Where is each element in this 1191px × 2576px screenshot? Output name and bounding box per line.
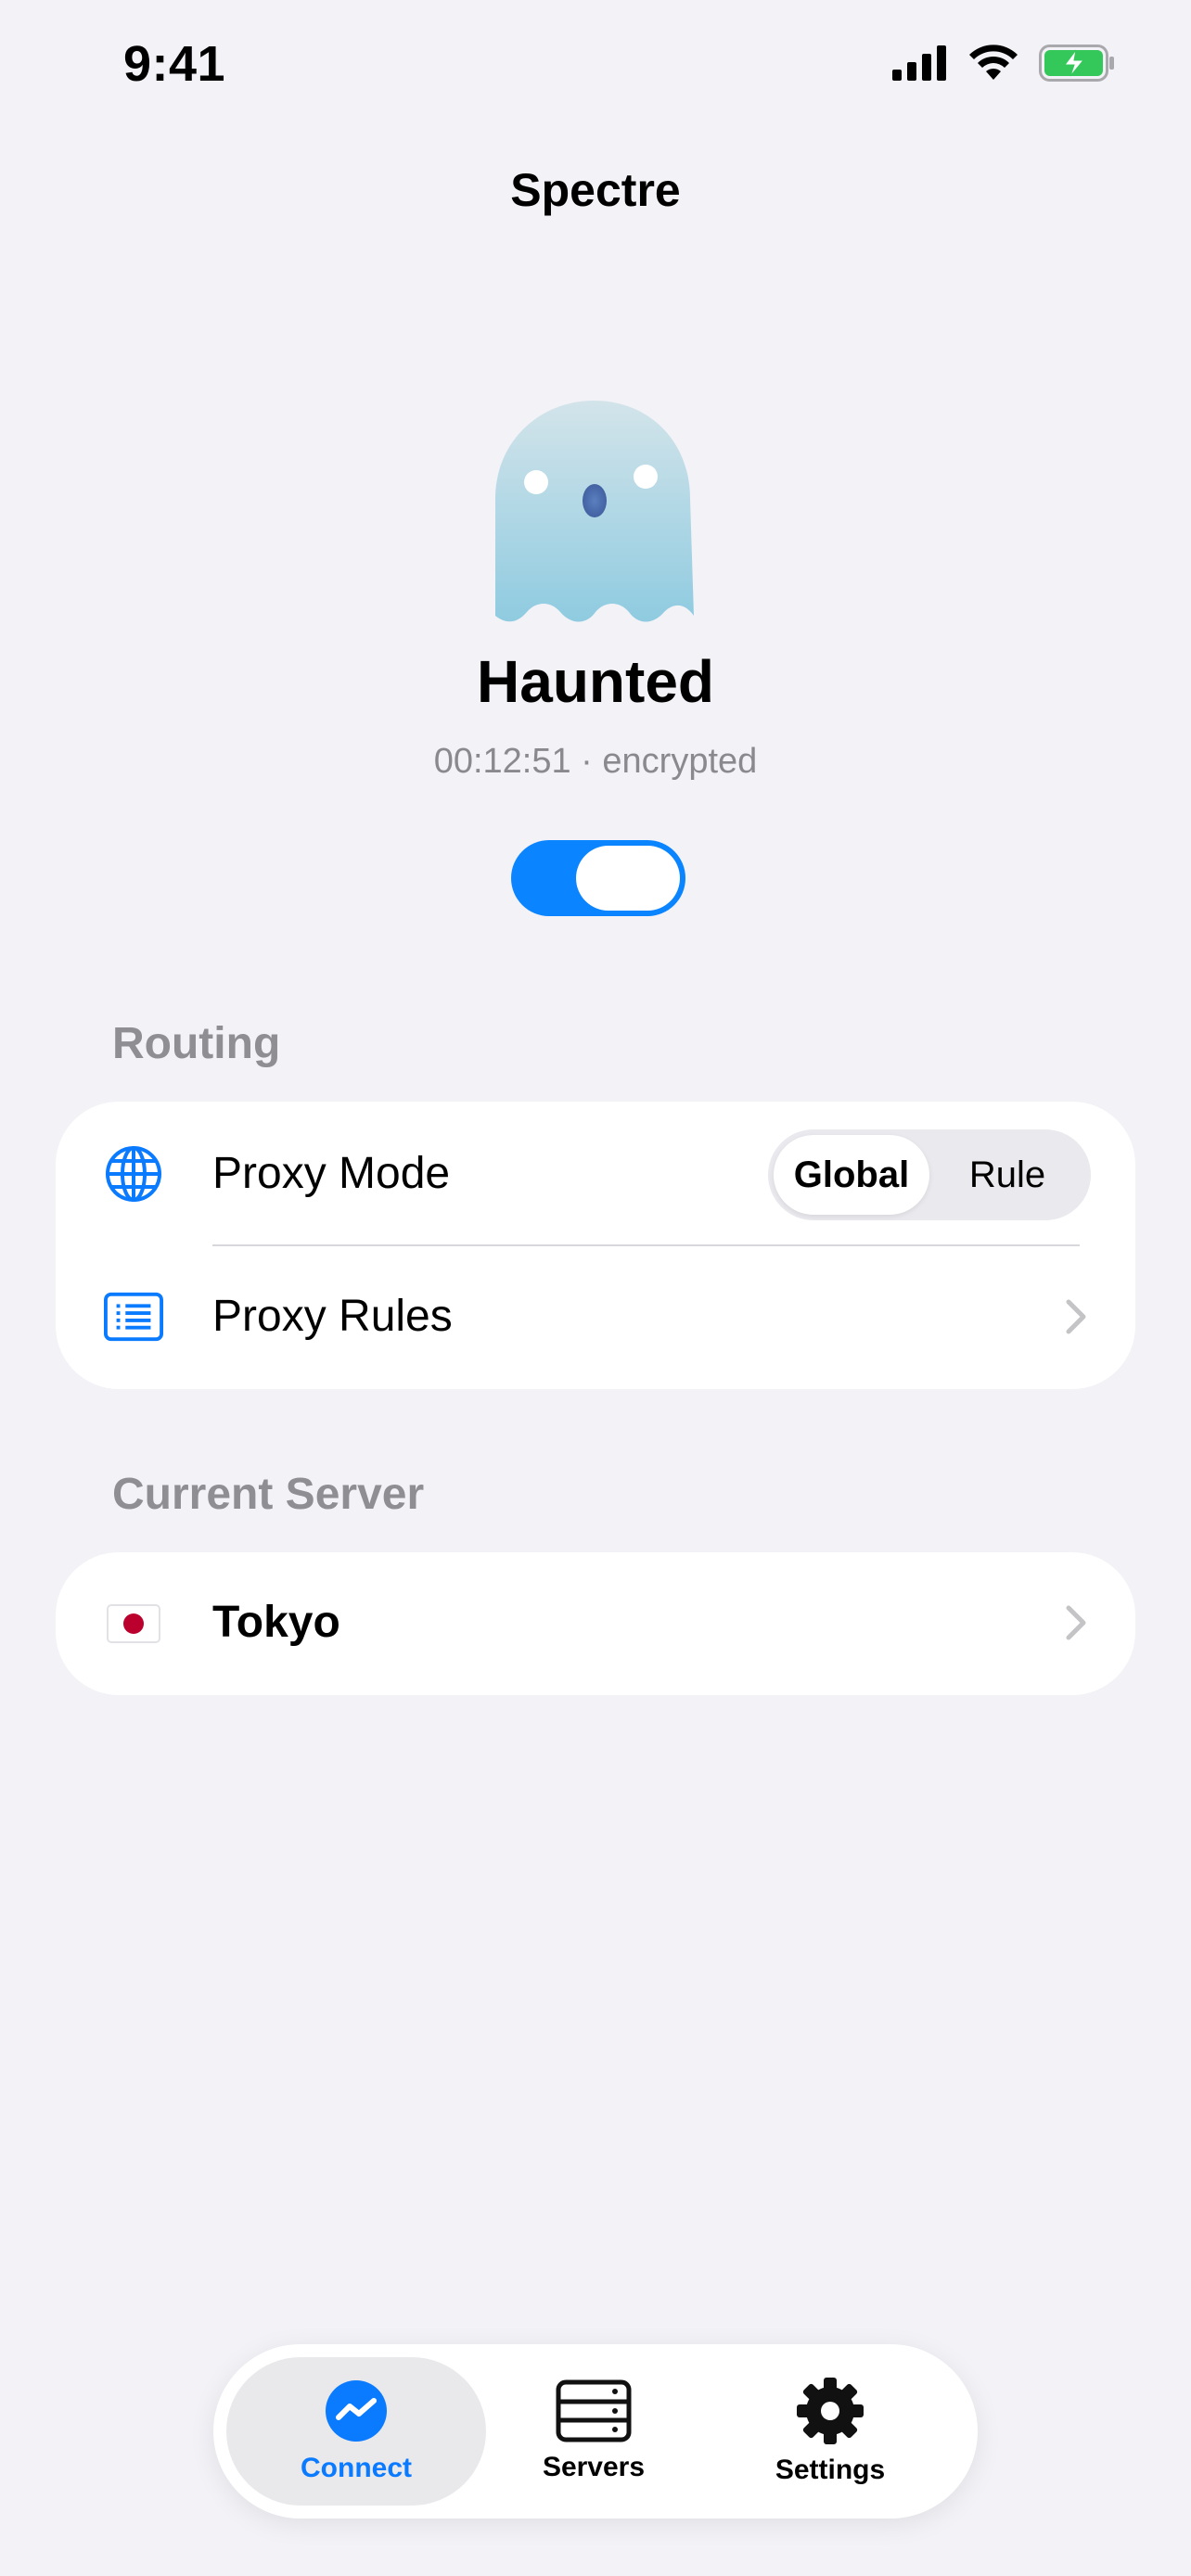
gear-icon: [797, 2378, 864, 2444]
ghost-mascot-icon: [495, 401, 694, 622]
list-icon: [104, 1287, 163, 1346]
japan-flag-icon: [104, 1594, 163, 1653]
proxy-mode-row: Proxy Mode Global Rule: [56, 1102, 1135, 1246]
current-server-section-header: Current Server: [112, 1470, 425, 1519]
cellular-signal-icon: [892, 45, 946, 81]
tab-servers[interactable]: Servers: [492, 2357, 696, 2506]
proxy-mode-segmented-control[interactable]: Global Rule: [768, 1129, 1091, 1220]
chevron-right-icon: [1066, 1299, 1086, 1334]
tab-connect[interactable]: Connect: [226, 2357, 486, 2506]
connection-toggle[interactable]: [511, 840, 685, 916]
connection-detail: 00:12:51 · encrypted: [433, 742, 758, 781]
status-time: 9:41: [123, 36, 226, 92]
proxy-rules-label: Proxy Rules: [212, 1292, 453, 1341]
routing-section-header: Routing: [112, 1019, 281, 1068]
tab-settings[interactable]: Settings: [705, 2357, 955, 2506]
wifi-icon: [969, 45, 1018, 80]
current-server-row[interactable]: Tokyo: [56, 1552, 1135, 1695]
globe-icon: [104, 1144, 163, 1204]
tab-bar: Connect Servers Settings: [213, 2344, 978, 2519]
screen: 9:41 Spectre Haunted 00:12:51 · encrypte…: [0, 0, 1191, 2576]
tab-servers-label: Servers: [542, 2452, 646, 2482]
servers-icon: [556, 2379, 632, 2442]
proxy-mode-label: Proxy Mode: [212, 1149, 451, 1198]
battery-charging-icon: [1039, 45, 1114, 82]
proxy-rules-row[interactable]: Proxy Rules: [56, 1246, 1135, 1389]
tab-settings-label: Settings: [775, 2455, 886, 2485]
toggle-knob: [576, 846, 680, 911]
segment-rule[interactable]: Rule: [929, 1135, 1085, 1215]
server-name: Tokyo: [212, 1598, 340, 1647]
routing-card: Proxy Mode Global Rule Proxy Rules: [56, 1102, 1135, 1389]
connection-status-title: Haunted: [477, 648, 714, 715]
page-title: Spectre: [510, 164, 681, 216]
chevron-right-icon: [1066, 1605, 1086, 1640]
tab-connect-label: Connect: [301, 2453, 412, 2483]
connect-icon: [326, 2380, 387, 2442]
status-icons: [892, 45, 1115, 82]
segment-global[interactable]: Global: [774, 1135, 929, 1215]
